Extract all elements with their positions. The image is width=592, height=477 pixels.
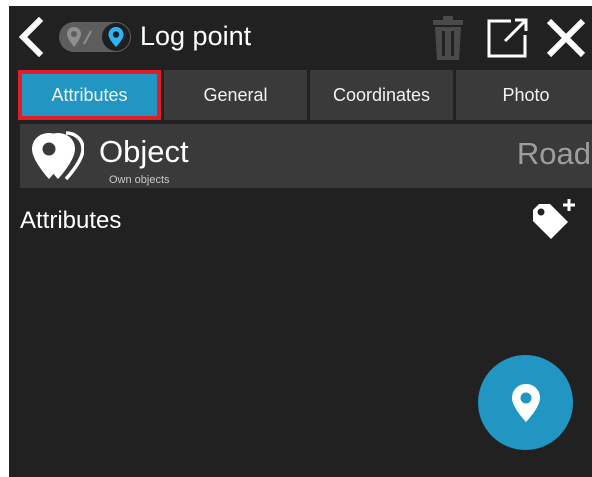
mode-toggle[interactable] [59,22,131,52]
add-attribute-button[interactable] [530,199,578,241]
back-button[interactable] [11,14,51,60]
object-type-value: Road [516,136,591,171]
log-point-screen: Log point Attributes General Coordinates… [9,6,592,477]
chevron-left-icon [18,17,44,57]
map-marker-slash-icon [67,27,92,47]
close-icon [546,18,586,58]
tab-photo[interactable]: Photo [456,70,592,120]
object-title: Object [99,134,189,169]
attributes-heading: Attributes [20,207,122,234]
tab-coordinates[interactable]: Coordinates [310,70,453,120]
map-marker-icon [511,383,540,422]
object-type-row[interactable]: Object Own objects Road [20,124,592,188]
log-point-fab[interactable] [478,355,573,450]
tab-attributes[interactable]: Attributes [18,70,161,120]
object-subtitle: Own objects [109,174,170,186]
trash-icon [433,16,463,60]
tab-general[interactable]: General [164,70,307,120]
toggle-knob [102,23,130,51]
page-title: Log point [140,21,252,51]
top-bar: Log point [9,6,592,66]
delete-button[interactable] [429,15,467,61]
add-tag-icon [533,199,575,239]
external-window-icon [487,18,528,58]
tab-bar: Attributes General Coordinates Photo [18,70,592,120]
open-external-button[interactable] [484,16,530,60]
stacked-markers-icon [32,131,84,181]
close-button[interactable] [543,16,589,60]
map-marker-icon [108,27,124,47]
